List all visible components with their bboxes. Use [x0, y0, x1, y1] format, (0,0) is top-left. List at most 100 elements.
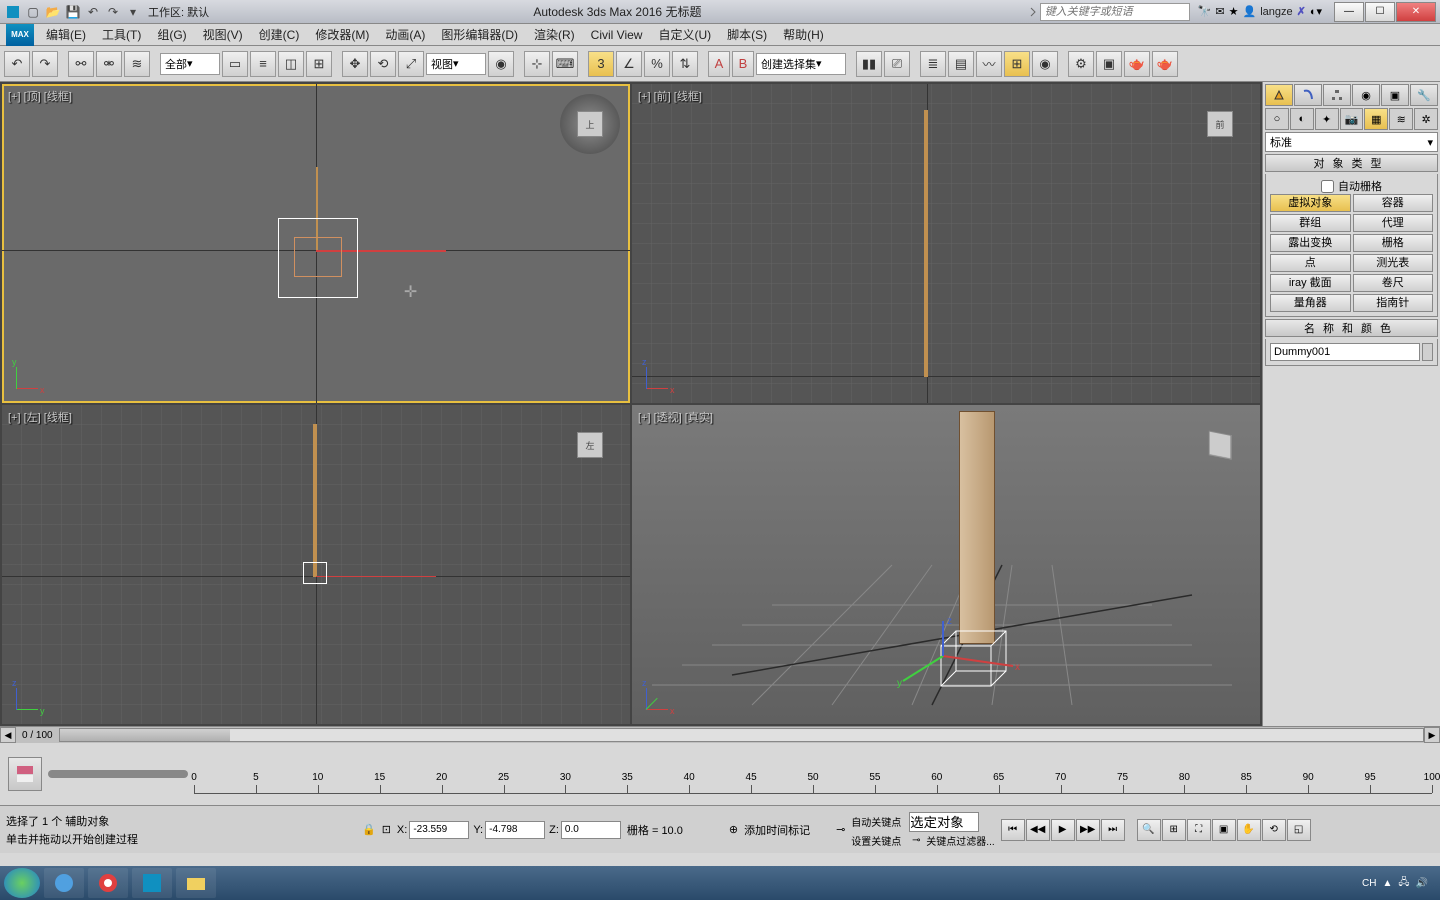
- sub-shapes[interactable]: ◐: [1290, 108, 1314, 130]
- undo-button[interactable]: ↶: [4, 51, 30, 77]
- unlink-button[interactable]: ⚮: [96, 51, 122, 77]
- menu-modifiers[interactable]: 修改器(M): [307, 26, 377, 43]
- comm-icon[interactable]: ✉: [1215, 5, 1224, 18]
- named-selset-dd[interactable]: 创建选择集 ▾: [756, 53, 846, 75]
- system-tray[interactable]: CH ▲ 🖧 🔊: [1362, 875, 1436, 892]
- redo-button[interactable]: ↷: [32, 51, 58, 77]
- scrollbar-thumb[interactable]: [60, 729, 230, 741]
- tray-expand-icon[interactable]: ▲: [1382, 878, 1392, 889]
- select-name-button[interactable]: ≡: [250, 51, 276, 77]
- isolate-icon[interactable]: ⊡: [382, 823, 391, 836]
- btn-delegate[interactable]: 代理: [1353, 214, 1434, 232]
- tab-utilities[interactable]: 🔧: [1410, 84, 1438, 106]
- pan-button[interactable]: ✋: [1237, 819, 1261, 841]
- render-button[interactable]: 🫖: [1124, 51, 1150, 77]
- user-icon[interactable]: 👤: [1242, 5, 1256, 18]
- maximize-button[interactable]: ☐: [1365, 2, 1395, 22]
- edit-named-button[interactable]: A: [708, 51, 730, 77]
- toggle-ribbon-button[interactable]: ▤: [948, 51, 974, 77]
- link-button[interactable]: ⚯: [68, 51, 94, 77]
- play-button[interactable]: ▶: [1051, 819, 1075, 841]
- menu-maxscript[interactable]: 脚本(S): [719, 26, 775, 43]
- project-icon[interactable]: ▾: [124, 3, 142, 21]
- btn-point[interactable]: 点: [1270, 254, 1351, 272]
- sub-spacewarps[interactable]: ≋: [1389, 108, 1413, 130]
- tab-hierarchy[interactable]: [1323, 84, 1351, 106]
- timeline-scrollbar[interactable]: ◀ 0 / 100 ▶: [0, 727, 1440, 743]
- percent-snap-button[interactable]: %: [644, 51, 670, 77]
- keyshort-button[interactable]: ⌨: [552, 51, 578, 77]
- username-label[interactable]: langze: [1260, 6, 1292, 18]
- menu-group[interactable]: 组(G): [149, 26, 194, 43]
- viewport-label-left[interactable]: [+] [左] [线框]: [8, 409, 72, 425]
- curve-editor-button[interactable]: 〰: [976, 51, 1002, 77]
- menu-animation[interactable]: 动画(A): [377, 26, 433, 43]
- max-logo[interactable]: MAX: [6, 24, 34, 46]
- layer-button[interactable]: ≣: [920, 51, 946, 77]
- rollout-objtype-header[interactable]: 对象类型: [1265, 154, 1438, 172]
- object-color-swatch[interactable]: [1422, 343, 1433, 361]
- coord-x-input[interactable]: [409, 821, 469, 839]
- tab-display[interactable]: ▣: [1381, 84, 1409, 106]
- minimize-button[interactable]: —: [1334, 2, 1364, 22]
- mirror-button[interactable]: ▮▮: [856, 51, 882, 77]
- align-button[interactable]: ⎚: [884, 51, 910, 77]
- coord-z-input[interactable]: [561, 821, 621, 839]
- named-sel-button[interactable]: B: [732, 51, 754, 77]
- menu-create[interactable]: 创建(C): [251, 26, 308, 43]
- sub-systems[interactable]: ✲: [1414, 108, 1438, 130]
- sub-lights[interactable]: ✦: [1315, 108, 1339, 130]
- key-mode-icon[interactable]: ⊸: [836, 823, 845, 836]
- maximize-viewport-button[interactable]: ◱: [1287, 819, 1311, 841]
- menu-tools[interactable]: 工具(T): [94, 26, 149, 43]
- search-chevron-icon[interactable]: [1026, 5, 1040, 19]
- pivot-button[interactable]: ◉: [488, 51, 514, 77]
- mini-listener-button[interactable]: [8, 757, 42, 791]
- prev-frame-button[interactable]: ◀◀: [1026, 819, 1050, 841]
- key-icon[interactable]: ⊸: [909, 835, 923, 846]
- time-ruler[interactable]: 0510152025303540455055606570758085909510…: [194, 754, 1432, 794]
- menu-view[interactable]: 视图(V): [195, 26, 251, 43]
- save-icon[interactable]: 💾: [64, 3, 82, 21]
- viewcube-top[interactable]: 上: [560, 94, 620, 154]
- sub-helpers[interactable]: ▦: [1364, 108, 1388, 130]
- btn-container[interactable]: 容器: [1353, 194, 1434, 212]
- workspace-selector[interactable]: 工作区: 默认: [148, 4, 209, 20]
- viewcube-left[interactable]: 左: [560, 415, 620, 475]
- menu-civil[interactable]: Civil View: [583, 28, 651, 42]
- undo-icon[interactable]: ↶: [84, 3, 102, 21]
- btn-iraysection[interactable]: iray 截面: [1270, 274, 1351, 292]
- orbit-button[interactable]: ⟲: [1262, 819, 1286, 841]
- start-button[interactable]: [4, 868, 40, 898]
- ime-indicator[interactable]: CH: [1362, 878, 1376, 889]
- sub-cameras[interactable]: 📷: [1340, 108, 1364, 130]
- window-crossing-button[interactable]: ⊞: [306, 51, 332, 77]
- menu-edit[interactable]: 编辑(E): [38, 26, 94, 43]
- tray-vol-icon[interactable]: 🔊: [1416, 878, 1428, 889]
- taskbar-3dsmax[interactable]: [132, 868, 172, 898]
- new-icon[interactable]: ▢: [24, 3, 42, 21]
- add-time-tag[interactable]: 添加时间标记: [744, 822, 810, 838]
- select-button[interactable]: ▭: [222, 51, 248, 77]
- setkey-button[interactable]: 设置关键点: [851, 833, 906, 848]
- btn-exposetm[interactable]: 露出变换: [1270, 234, 1351, 252]
- zoom-extents-button[interactable]: ⛶: [1187, 819, 1211, 841]
- selection-filter[interactable]: 全部 ▾: [160, 53, 220, 75]
- help-icon[interactable]: ◐▾: [1310, 5, 1322, 18]
- viewport-label-top[interactable]: [+] [顶] [线框]: [8, 88, 72, 104]
- viewport-top[interactable]: [+] [顶] [线框] 上 xy ✛: [2, 84, 630, 403]
- star-icon[interactable]: ★: [1229, 5, 1239, 18]
- btn-protractor[interactable]: 量角器: [1270, 294, 1351, 312]
- btn-dummy[interactable]: 虚拟对象: [1270, 194, 1351, 212]
- tab-modify[interactable]: [1294, 84, 1322, 106]
- zoom-button[interactable]: 🔍: [1137, 819, 1161, 841]
- app-menu-icon[interactable]: [4, 3, 22, 21]
- select-region-button[interactable]: ◫: [278, 51, 304, 77]
- scroll-left-icon[interactable]: ◀: [0, 727, 16, 743]
- goto-start-button[interactable]: ⏮: [1001, 819, 1025, 841]
- btn-compass[interactable]: 指南针: [1353, 294, 1434, 312]
- key-filter-button[interactable]: 关键点过滤器...: [926, 833, 994, 848]
- menu-help[interactable]: 帮助(H): [775, 26, 832, 43]
- angle-snap-button[interactable]: ∠: [616, 51, 642, 77]
- rotate-button[interactable]: ⟲: [370, 51, 396, 77]
